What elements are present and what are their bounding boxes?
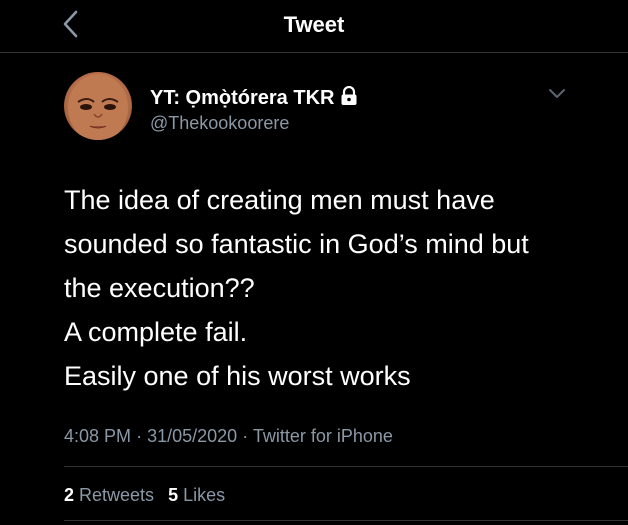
tweet-source-link[interactable]: Twitter for iPhone bbox=[253, 426, 393, 446]
likes-stat[interactable]: 5 Likes bbox=[168, 485, 225, 506]
more-options-button[interactable] bbox=[545, 86, 569, 106]
lock-icon bbox=[340, 85, 358, 111]
retweets-stat[interactable]: 2 Retweets bbox=[64, 485, 154, 506]
display-name[interactable]: YT: Ọmọ̀tórera TKR bbox=[150, 87, 334, 110]
separator-dot: · bbox=[242, 426, 249, 446]
tweet-time: 4:08 PM bbox=[64, 426, 132, 446]
divider bbox=[64, 520, 628, 521]
tweet-line: sounded so fantastic in God’s mind but bbox=[64, 229, 529, 259]
separator-dot: · bbox=[136, 426, 143, 446]
avatar[interactable] bbox=[64, 72, 132, 140]
author-name-row: YT: Ọmọ̀tórera TKR bbox=[150, 85, 358, 111]
tweet-line: The idea of creating men must have bbox=[64, 185, 495, 215]
tweet-line: the execution?? bbox=[64, 273, 255, 303]
tweet-timestamp-row: 4:08 PM · 31/05/2020 · Twitter for iPhon… bbox=[64, 426, 393, 447]
retweets-count: 2 bbox=[64, 485, 75, 505]
chevron-down-icon bbox=[548, 87, 566, 105]
tweet-line: A complete fail. bbox=[64, 317, 248, 347]
tweet-line: Easily one of his worst works bbox=[64, 361, 411, 391]
tweet-date: 31/05/2020 bbox=[147, 426, 238, 446]
nav-bar: Tweet bbox=[0, 0, 628, 53]
tweet-stats: 2 Retweets 5 Likes bbox=[64, 485, 225, 506]
tweet-text: The idea of creating men must have sound… bbox=[64, 178, 584, 398]
retweets-label: Retweets bbox=[79, 485, 155, 505]
likes-count: 5 bbox=[168, 485, 179, 505]
likes-label: Likes bbox=[183, 485, 226, 505]
user-handle[interactable]: @Thekookoorere bbox=[150, 113, 289, 134]
divider bbox=[64, 466, 628, 467]
page-title: Tweet bbox=[283, 12, 345, 37]
avatar-face bbox=[68, 74, 128, 140]
